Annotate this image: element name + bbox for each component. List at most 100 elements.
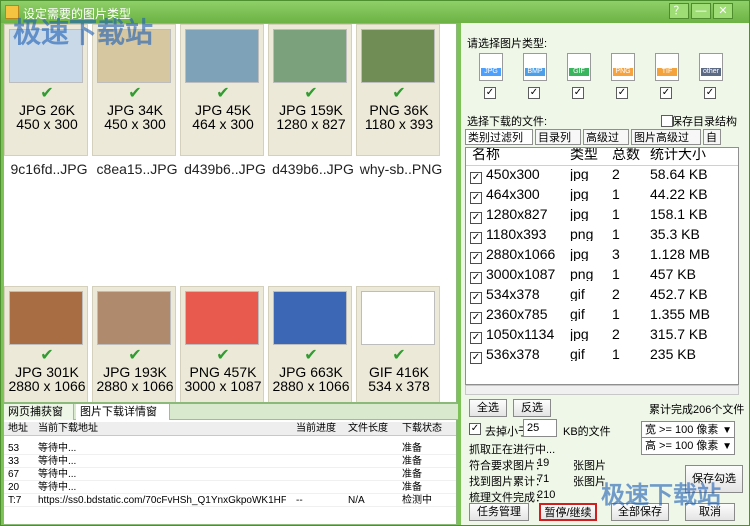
list-horizontal-scrollbar[interactable]: [465, 385, 739, 395]
image-format: JPG 26K: [18, 102, 76, 118]
table-row[interactable]: 33 等待中... 准备: [4, 455, 456, 468]
thumbnail[interactable]: [185, 29, 259, 83]
type-jpg[interactable]: JPG ✓: [477, 53, 505, 115]
table-header: 地址 当前下载地址 当前进度 文件长度 下载状态: [4, 422, 456, 436]
png-checkbox[interactable]: ✓: [616, 87, 628, 99]
app-window: 设定需要的图片类型 ？ — ✕ ✔ JPG 26K 450 x 300 9c16…: [0, 0, 750, 526]
check-icon: ✔: [128, 347, 142, 364]
list-item[interactable]: ✓ 2880x1066 jpg 3 1.128 MB: [466, 248, 738, 268]
list-item[interactable]: ✓ 2360x785 gif 1 1.355 MB: [466, 308, 738, 328]
list-item[interactable]: ✓ 1180x393 png 1 35.3 KB: [466, 228, 738, 248]
gallery-item[interactable]: ✔ JPG 159K 1280 x 827 d439b6..JPG: [268, 24, 354, 177]
list-item[interactable]: ✓ 464x300 jpg 1 44.22 KB: [466, 188, 738, 208]
type-tif[interactable]: TIF ✓: [653, 53, 681, 115]
crawling-status: 抓取正在进行中...: [469, 444, 556, 456]
list-item[interactable]: ✓ 1050x1134 jpg 2 315.7 KB: [466, 328, 738, 348]
row-checkbox[interactable]: ✓: [470, 332, 482, 344]
gallery-item[interactable]: ✔ GIF 416K 534 x 378: [356, 286, 440, 402]
thumbnail[interactable]: [273, 291, 347, 345]
watermark: 极速下载站: [601, 482, 721, 509]
gallery-item[interactable]: ✔ PNG 36K 1180 x 393 why-sb..PNG: [356, 24, 442, 177]
row-checkbox[interactable]: ✓: [470, 312, 482, 324]
found-label: 找到图片累计：: [469, 476, 546, 488]
thumbnail[interactable]: [9, 291, 83, 345]
row-checkbox[interactable]: ✓: [470, 172, 482, 184]
tab-advanced-filter[interactable]: 高级过滤: [583, 129, 629, 160]
gif-checkbox[interactable]: ✓: [572, 87, 584, 99]
table-row[interactable]: 67 等待中... 准备: [4, 468, 456, 481]
list-item[interactable]: ✓ 536x378 gif 1 235 KB: [466, 348, 738, 368]
image-filename: d439b6..JPG: [184, 161, 266, 177]
list-item[interactable]: ✓ 450x300 jpg 2 58.64 KB: [466, 168, 738, 188]
tab-image-advanced-filter[interactable]: 图片高级过滤: [631, 129, 701, 160]
thumbnail[interactable]: [97, 291, 171, 345]
type-png[interactable]: PNG ✓: [609, 53, 637, 115]
list-item[interactable]: ✓ 3000x1087 png 1 457 KB: [466, 268, 738, 288]
check-icon: ✔: [216, 85, 230, 102]
list-item[interactable]: ✓ 534x378 gif 2 452.7 KB: [466, 288, 738, 308]
thumbnail[interactable]: [361, 29, 435, 83]
type-other[interactable]: other ✓: [697, 53, 725, 115]
other-checkbox[interactable]: ✓: [704, 87, 716, 99]
image-filename: d439b6..JPG: [272, 161, 354, 177]
thumbnail[interactable]: [185, 291, 259, 345]
row-checkbox[interactable]: ✓: [470, 192, 482, 204]
row-checkbox[interactable]: ✓: [470, 212, 482, 224]
close-button[interactable]: ✕: [713, 3, 733, 19]
task-manage-button[interactable]: 任务管理: [469, 503, 529, 521]
png-file-icon: PNG: [611, 53, 635, 81]
row-checkbox[interactable]: ✓: [470, 352, 482, 364]
watermark: 极速下载站: [13, 17, 154, 48]
gallery-item[interactable]: ✔ PNG 457K 3000 x 1087: [180, 286, 264, 402]
type-gif[interactable]: GIF ✓: [565, 53, 593, 115]
gallery-row-bottom: ✔ JPG 301K 2880 x 1066 ✔ JPG 193K 2880 x…: [4, 286, 456, 402]
help-button[interactable]: ？: [669, 3, 689, 19]
gallery-item[interactable]: ✔ JPG 301K 2880 x 1066: [4, 286, 88, 402]
row-checkbox[interactable]: ✓: [470, 252, 482, 264]
table-row[interactable]: 20 等待中... 准备: [4, 481, 456, 494]
thumbnail[interactable]: [273, 29, 347, 83]
tab-more[interactable]: 自: [703, 129, 721, 145]
category-list: 名称 类型 总数 统计大小 ✓ 450x300 jpg 2 58.64 KB ✓ 464x…: [465, 147, 739, 385]
jpg-checkbox[interactable]: ✓: [484, 87, 496, 99]
minimize-button[interactable]: —: [691, 3, 711, 19]
gallery-item[interactable]: ✔ JPG 45K 464 x 300 d439b6..JPG: [180, 24, 266, 177]
list-item[interactable]: ✓ 1280x827 jpg 1 158.1 KB: [466, 208, 738, 228]
table-row[interactable]: T:7 https://ss0.bdstatic.com/70cFvHSh_Q1…: [4, 494, 456, 507]
size-threshold-input[interactable]: 25: [523, 419, 557, 437]
tab-download-details[interactable]: 图片下载详情窗口: [76, 404, 170, 434]
pause-resume-button[interactable]: 暂停/继续: [539, 503, 597, 521]
right-panel: 请选择图片类型: JPG ✓ BMP ✓ GIF ✓ PNG ✓ TIF ✓ o…: [461, 23, 749, 525]
image-size: 450 x 300: [16, 116, 78, 132]
height-filter-dropdown[interactable]: 高 >= 100 像素 ▼: [641, 437, 735, 455]
image-size: 464 x 300: [192, 116, 254, 132]
thumbnail[interactable]: [361, 291, 435, 345]
table-row[interactable]: 53 等待中... 准备: [4, 442, 456, 455]
check-icon: ✔: [392, 85, 406, 102]
gallery-item[interactable]: ✔ JPG 193K 2880 x 1066: [92, 286, 176, 402]
remove-small-checkbox[interactable]: ✓: [469, 423, 481, 435]
check-icon: ✔: [40, 347, 54, 364]
row-checkbox[interactable]: ✓: [470, 232, 482, 244]
row-checkbox[interactable]: ✓: [470, 292, 482, 304]
tif-checkbox[interactable]: ✓: [660, 87, 672, 99]
jpg-file-icon: JPG: [479, 53, 503, 81]
image-gallery: ✔ JPG 26K 450 x 300 9c16fd..JPG ✔ JPG 34…: [3, 23, 457, 403]
chevron-down-icon: ▼: [722, 441, 732, 452]
tab-capture[interactable]: 网页捕获窗口: [4, 404, 74, 434]
check-icon: ✔: [216, 347, 230, 364]
filter-tabs: 类别过滤列表 目录列表 高级过滤 图片高级过滤 自: [465, 129, 745, 160]
invert-selection-button[interactable]: 反选: [513, 399, 551, 417]
save-dir-checkbox[interactable]: [661, 115, 673, 127]
check-icon: ✔: [304, 85, 318, 102]
matched-label: 符合要求图片：: [469, 460, 546, 472]
tab-category-filter[interactable]: 类别过滤列表: [465, 129, 533, 160]
image-size: 1180 x 393: [364, 116, 434, 132]
row-checkbox[interactable]: ✓: [470, 272, 482, 284]
bmp-checkbox[interactable]: ✓: [528, 87, 540, 99]
select-all-button[interactable]: 全选: [469, 399, 507, 417]
tab-directory-list[interactable]: 目录列表: [535, 129, 581, 160]
gallery-item[interactable]: ✔ JPG 663K 2880 x 1066: [268, 286, 352, 402]
image-format: JPG 34K: [106, 102, 164, 118]
type-bmp[interactable]: BMP ✓: [521, 53, 549, 115]
